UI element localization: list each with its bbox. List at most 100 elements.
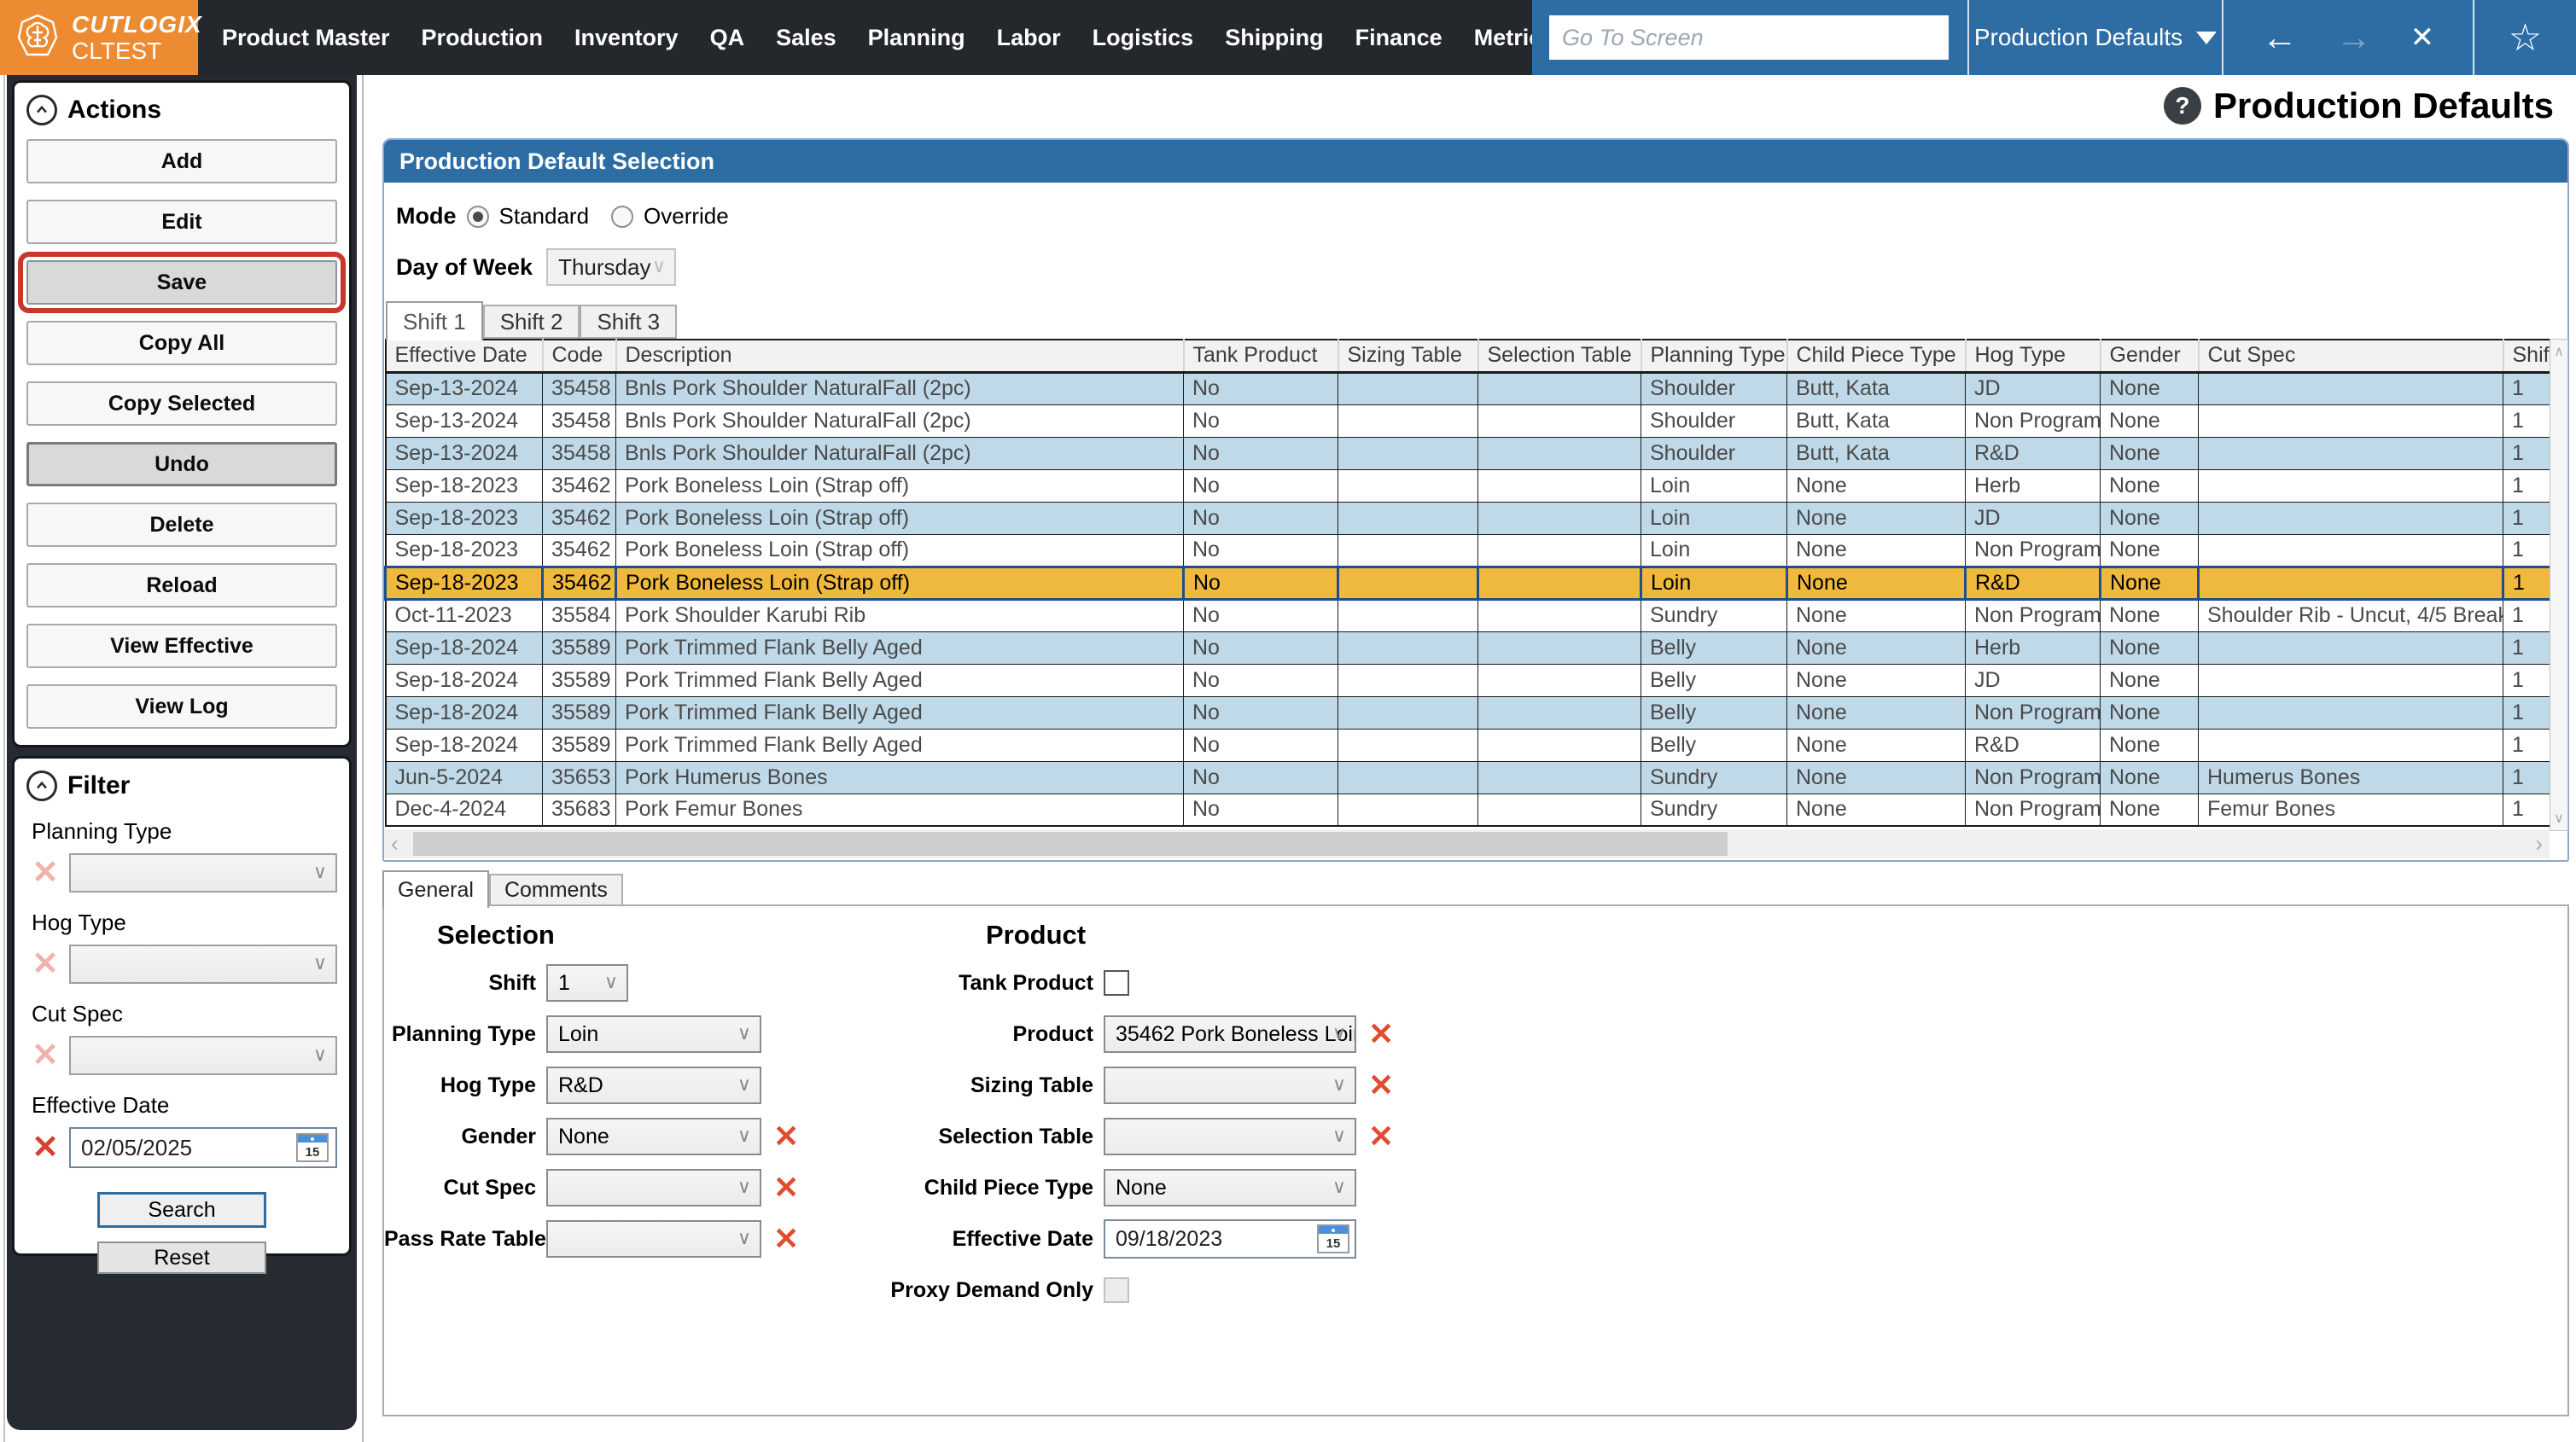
column-header-child-piece-type[interactable]: Child Piece Type — [1786, 340, 1967, 374]
action-save-button[interactable]: Save — [18, 252, 346, 313]
clear-field-icon[interactable]: ✕ — [773, 1224, 799, 1254]
cut-spec-select[interactable]: ∨ — [546, 1169, 761, 1207]
sidebar-splitter[interactable] — [0, 75, 5, 1442]
menu-item-planning[interactable]: Planning — [868, 25, 965, 51]
menu-item-finance[interactable]: Finance — [1355, 25, 1442, 51]
mode-radio-standard[interactable] — [466, 205, 489, 228]
tab-comments[interactable]: Comments — [488, 874, 623, 906]
scroll-left-icon[interactable]: ‹ — [391, 831, 399, 858]
scroll-right-icon[interactable]: › — [2535, 831, 2543, 858]
action-add-button[interactable]: Add — [26, 139, 337, 183]
table-row[interactable]: Sep-18-2024 35589 Pork Trimmed Flank Belly… — [385, 728, 2551, 762]
menu-item-production[interactable]: Production — [422, 25, 544, 51]
search-button[interactable]: Search — [97, 1192, 266, 1228]
action-delete-button[interactable]: Delete — [26, 503, 337, 547]
clear-field-icon[interactable]: ✕ — [773, 1121, 799, 1152]
table-row[interactable]: Sep-13-2024 35458 Bnls Pork Shoulder Natur… — [385, 371, 2551, 405]
table-row[interactable]: Sep-13-2024 35458 Bnls Pork Shoulder Natur… — [385, 404, 2551, 438]
vertical-scrollbar[interactable]: ∧ ∨ — [2550, 339, 2568, 831]
column-header-description[interactable]: Description — [615, 340, 1185, 374]
filter-select-hog-type[interactable]: ∨ — [69, 945, 337, 984]
action-copy-selected-button[interactable]: Copy Selected — [26, 381, 337, 426]
help-icon[interactable]: ? — [2163, 87, 2201, 125]
action-view-effective-button[interactable]: View Effective — [26, 624, 337, 668]
back-arrow-icon[interactable]: ← — [2262, 20, 2298, 55]
table-row[interactable]: Sep-18-2024 35589 Pork Trimmed Flank Belly… — [385, 695, 2551, 730]
table-row[interactable]: Sep-18-2023 35462 Pork Boneless Loin (Stra… — [385, 533, 2551, 567]
action-edit-button[interactable]: Edit — [26, 200, 337, 244]
screen-selector[interactable]: Production Defaults — [1969, 24, 2222, 51]
menu-item-shipping[interactable]: Shipping — [1225, 25, 1323, 51]
day-of-week-select[interactable]: Thursday ∨ — [546, 248, 677, 286]
gender-select[interactable]: None ∨ — [546, 1118, 761, 1155]
menu-item-inventory[interactable]: Inventory — [574, 25, 679, 51]
table-row[interactable]: Sep-18-2023 35462 Pork Boneless Loin (Stra… — [385, 501, 2551, 535]
filter-date-effective-date[interactable]: 02/05/2025 15 — [69, 1127, 337, 1168]
proxy-demand-only-checkbox[interactable] — [1104, 1277, 1129, 1303]
shift-select[interactable]: 1 ∨ — [546, 964, 628, 1002]
effective-date-input[interactable]: 09/18/2023 15 — [1104, 1219, 1356, 1259]
column-header-code[interactable]: Code — [542, 340, 617, 374]
menu-item-labor[interactable]: Labor — [997, 25, 1061, 51]
tab-general[interactable]: General — [382, 870, 489, 908]
menu-item-product-master[interactable]: Product Master — [222, 25, 390, 51]
table-row[interactable]: Jun-5-2024 35653 Pork Humerus Bones No Sundr… — [385, 760, 2551, 794]
menu-item-qa[interactable]: QA — [710, 25, 745, 51]
calendar-icon[interactable]: 15 — [1317, 1224, 1349, 1253]
clear-filter-icon[interactable]: ✕ — [26, 1039, 64, 1072]
action-view-log-button[interactable]: View Log — [26, 684, 337, 729]
collapse-chevron-icon[interactable] — [26, 770, 57, 801]
filter-select-cut-spec[interactable]: ∨ — [69, 1036, 337, 1075]
tab-shift-1[interactable]: Shift 1 — [386, 301, 483, 340]
calendar-icon[interactable]: 15 — [296, 1133, 329, 1162]
column-header-hog-type[interactable]: Hog Type — [1965, 340, 2101, 374]
scroll-up-icon[interactable]: ∧ — [2554, 343, 2564, 360]
clear-filter-icon[interactable]: ✕ — [26, 948, 64, 980]
clear-filter-icon[interactable]: ✕ — [26, 857, 64, 889]
column-header-shift[interactable]: Shift — [2503, 340, 2552, 374]
menu-item-sales[interactable]: Sales — [776, 25, 836, 51]
mode-radio-override[interactable] — [611, 205, 634, 228]
filter-select-planning-type[interactable]: ∨ — [69, 853, 337, 893]
column-header-effective-date[interactable]: Effective Date — [385, 340, 544, 374]
table-row[interactable]: Oct-11-2023 35584 Pork Shoulder Karubi Rib… — [385, 598, 2551, 632]
clear-field-icon[interactable]: ✕ — [1368, 1070, 1394, 1101]
pass-rate-table-select[interactable]: ∨ — [546, 1220, 761, 1258]
clear-field-icon[interactable]: ✕ — [773, 1172, 799, 1203]
column-header-planning-type[interactable]: Planning Type — [1641, 340, 1788, 374]
product-select[interactable]: 35462 Pork Boneless Loin (S∨ — [1104, 1015, 1356, 1053]
table-row[interactable]: Sep-18-2024 35589 Pork Trimmed Flank Belly… — [385, 663, 2551, 697]
scroll-down-icon[interactable]: ∨ — [2554, 810, 2564, 827]
selection-table-select[interactable]: ∨ — [1104, 1118, 1356, 1155]
column-header-gender[interactable]: Gender — [2100, 340, 2200, 374]
hog-type-select[interactable]: R&D ∨ — [546, 1067, 761, 1104]
table-row[interactable]: Sep-18-2024 35589 Pork Trimmed Flank Belly… — [385, 631, 2551, 665]
child-piece-type-select[interactable]: None ∨ — [1104, 1169, 1356, 1207]
clear-field-icon[interactable]: ✕ — [1368, 1121, 1394, 1152]
tab-shift-2[interactable]: Shift 2 — [482, 305, 580, 339]
scrollbar-thumb[interactable] — [413, 832, 1728, 856]
table-row-selected[interactable]: Sep-18-2023 35462 Pork Boneless Loin (Stra… — [384, 565, 2552, 601]
tab-shift-3[interactable]: Shift 3 — [580, 305, 678, 339]
menu-item-logistics[interactable]: Logistics — [1093, 25, 1194, 51]
horizontal-scrollbar[interactable]: ‹ › — [384, 829, 2550, 858]
table-row[interactable]: Dec-4-2024 35683 Pork Femur Bones No Sundry N… — [385, 793, 2551, 827]
table-row[interactable]: Sep-13-2024 35458 Bnls Pork Shoulder Natur… — [385, 436, 2551, 470]
clear-filter-icon[interactable]: ✕ — [26, 1131, 64, 1164]
column-header-cut-spec[interactable]: Cut Spec — [2198, 340, 2504, 374]
column-header-sizing-table[interactable]: Sizing Table — [1338, 340, 1479, 374]
planning-type-select[interactable]: Loin ∨ — [546, 1015, 761, 1053]
collapse-chevron-icon[interactable] — [26, 95, 57, 125]
go-to-screen-input[interactable] — [1549, 15, 1949, 60]
close-icon[interactable]: ✕ — [2410, 20, 2435, 55]
table-row[interactable]: Sep-18-2023 35462 Pork Boneless Loin (Stra… — [385, 468, 2551, 503]
column-header-selection-table[interactable]: Selection Table — [1477, 340, 1642, 374]
forward-arrow-icon[interactable]: → — [2336, 20, 2372, 55]
action-copy-all-button[interactable]: Copy All — [26, 321, 337, 365]
reset-button[interactable]: Reset — [97, 1241, 266, 1274]
clear-field-icon[interactable]: ✕ — [1368, 1019, 1394, 1050]
action-reload-button[interactable]: Reload — [26, 563, 337, 608]
column-header-tank-product[interactable]: Tank Product — [1183, 340, 1339, 374]
favorite-star-icon[interactable]: ☆ — [2509, 16, 2542, 60]
tank-product-checkbox[interactable] — [1104, 970, 1129, 996]
